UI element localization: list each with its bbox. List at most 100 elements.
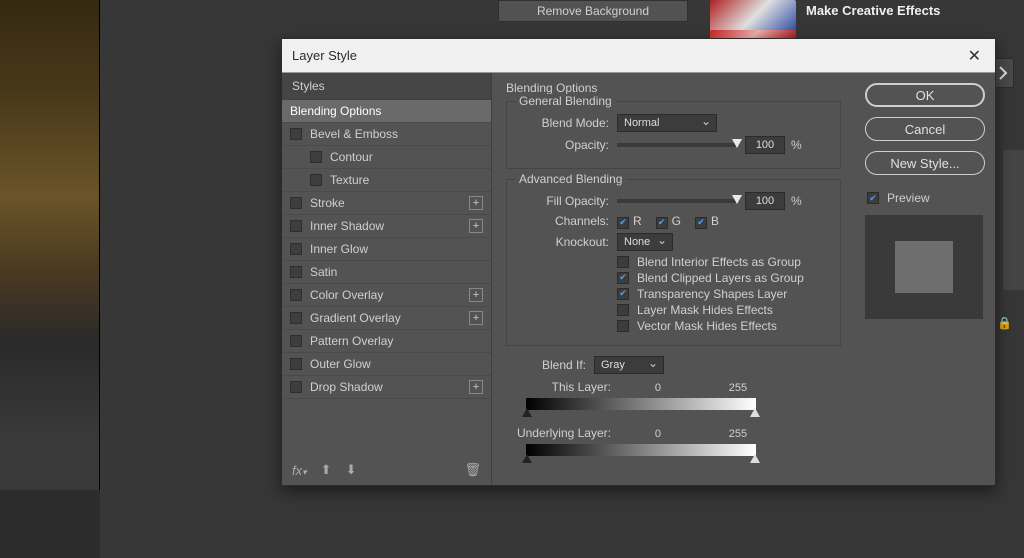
style-checkbox[interactable]	[290, 197, 302, 209]
this-layer-lo: 0	[655, 382, 661, 394]
preview-swatch	[865, 215, 983, 319]
style-item-outer-glow[interactable]: Outer Glow	[282, 353, 491, 376]
style-checkbox[interactable]	[290, 312, 302, 324]
layer-style-dialog: Layer Style ✕ Styles Blending OptionsBev…	[281, 38, 996, 486]
this-layer-gradient[interactable]	[526, 398, 756, 410]
adv-flag-checkbox[interactable]	[617, 304, 629, 316]
document-canvas	[0, 0, 100, 490]
style-item-inner-glow[interactable]: Inner Glow	[282, 238, 491, 261]
style-item-label: Texture	[330, 173, 483, 187]
style-item-label: Pattern Overlay	[310, 334, 483, 348]
cancel-button[interactable]: Cancel	[865, 117, 985, 141]
add-effect-icon[interactable]: +	[469, 219, 483, 233]
style-item-inner-shadow[interactable]: Inner Shadow+	[282, 215, 491, 238]
style-item-contour[interactable]: Contour	[282, 146, 491, 169]
underlying-layer-label: Underlying Layer:	[506, 426, 621, 440]
adv-flag-label: Transparency Shapes Layer	[637, 287, 787, 301]
add-effect-icon[interactable]: +	[469, 311, 483, 325]
style-checkbox[interactable]	[310, 174, 322, 186]
adv-flag-row: Layer Mask Hides Effects	[617, 303, 830, 317]
add-effect-icon[interactable]: +	[469, 196, 483, 210]
under-layer-lo: 0	[655, 428, 661, 440]
blendif-select[interactable]: Gray	[594, 356, 664, 374]
style-item-label: Blending Options	[290, 104, 483, 118]
under-layer-hi: 255	[729, 428, 747, 440]
blending-options-panel: Blending Options General Blending Blend …	[492, 73, 855, 485]
arrow-down-icon[interactable]: ⬇	[346, 462, 357, 478]
adv-flag-checkbox[interactable]	[617, 256, 629, 268]
general-blending-legend: General Blending	[515, 94, 616, 108]
trash-icon[interactable]: 🗑	[464, 462, 481, 478]
style-checkbox[interactable]	[290, 289, 302, 301]
new-style-button[interactable]: New Style...	[865, 151, 985, 175]
styles-list-panel: Styles Blending OptionsBevel & EmbossCon…	[282, 73, 492, 485]
style-item-label: Stroke	[310, 196, 469, 210]
channel-g-checkbox[interactable]	[656, 217, 668, 229]
advanced-blending-legend: Advanced Blending	[515, 172, 626, 186]
preview-checkbox[interactable]	[867, 192, 879, 204]
arrow-up-icon[interactable]: ⬆	[321, 462, 332, 478]
fill-opacity-input[interactable]: 100	[745, 192, 785, 210]
adv-flag-label: Blend Clipped Layers as Group	[637, 271, 804, 285]
fx-icon[interactable]: fx▾	[292, 463, 307, 478]
this-layer-markers[interactable]	[526, 410, 756, 420]
close-icon[interactable]: ✕	[964, 46, 985, 66]
style-item-texture[interactable]: Texture	[282, 169, 491, 192]
style-item-gradient-overlay[interactable]: Gradient Overlay+	[282, 307, 491, 330]
adv-flag-checkbox[interactable]	[617, 320, 629, 332]
style-item-color-overlay[interactable]: Color Overlay+	[282, 284, 491, 307]
style-checkbox[interactable]	[290, 335, 302, 347]
style-item-label: Drop Shadow	[310, 380, 469, 394]
adv-flag-row: Blend Clipped Layers as Group	[617, 271, 830, 285]
blend-mode-label: Blend Mode:	[517, 116, 609, 130]
opacity-label: Opacity:	[517, 138, 609, 152]
style-item-stroke[interactable]: Stroke+	[282, 192, 491, 215]
style-item-label: Satin	[310, 265, 483, 279]
style-checkbox[interactable]	[290, 358, 302, 370]
style-item-label: Color Overlay	[310, 288, 469, 302]
style-checkbox[interactable]	[290, 381, 302, 393]
adv-flag-label: Blend Interior Effects as Group	[637, 255, 801, 269]
adv-flag-label: Layer Mask Hides Effects	[637, 303, 773, 317]
style-item-pattern-overlay[interactable]: Pattern Overlay	[282, 330, 491, 353]
adv-flag-row: Blend Interior Effects as Group	[617, 255, 830, 269]
style-checkbox[interactable]	[310, 151, 322, 163]
opacity-input[interactable]: 100	[745, 136, 785, 154]
dialog-titlebar[interactable]: Layer Style ✕	[282, 39, 995, 73]
knockout-select[interactable]: None	[617, 233, 673, 251]
add-effect-icon[interactable]: +	[469, 288, 483, 302]
channel-r-checkbox[interactable]	[617, 217, 629, 229]
lock-icon: 🔒	[997, 316, 1012, 330]
dialog-actions: OK Cancel New Style... Preview	[855, 73, 995, 485]
right-panel-strip	[1002, 150, 1024, 290]
style-item-label: Inner Shadow	[310, 219, 469, 233]
ok-button[interactable]: OK	[865, 83, 985, 107]
channel-b-checkbox[interactable]	[695, 217, 707, 229]
fill-opacity-slider[interactable]	[617, 199, 737, 203]
style-checkbox[interactable]	[290, 243, 302, 255]
underlying-layer-markers[interactable]	[526, 456, 756, 466]
style-item-drop-shadow[interactable]: Drop Shadow+	[282, 376, 491, 399]
style-checkbox[interactable]	[290, 266, 302, 278]
opacity-slider[interactable]	[617, 143, 737, 147]
styles-footer: fx▾ ⬆ ⬇ 🗑	[282, 455, 491, 485]
blend-mode-select[interactable]: Normal	[617, 114, 717, 132]
adv-flag-row: Transparency Shapes Layer	[617, 287, 830, 301]
underlying-layer-gradient[interactable]	[526, 444, 756, 456]
adv-flag-checkbox[interactable]	[617, 288, 629, 300]
knockout-label: Knockout:	[517, 235, 609, 249]
style-item-blending-options[interactable]: Blending Options	[282, 100, 491, 123]
style-item-bevel-emboss[interactable]: Bevel & Emboss	[282, 123, 491, 146]
advanced-blending-group: Advanced Blending Fill Opacity: 100 % Ch…	[506, 179, 841, 346]
remove-background-button[interactable]: Remove Background	[498, 0, 688, 22]
adv-flag-label: Vector Mask Hides Effects	[637, 319, 777, 333]
adv-flag-checkbox[interactable]	[617, 272, 629, 284]
adv-flag-row: Vector Mask Hides Effects	[617, 319, 830, 333]
add-effect-icon[interactable]: +	[469, 380, 483, 394]
style-checkbox[interactable]	[290, 128, 302, 140]
style-item-satin[interactable]: Satin	[282, 261, 491, 284]
preview-label: Preview	[887, 191, 930, 205]
style-item-label: Outer Glow	[310, 357, 483, 371]
style-item-label: Bevel & Emboss	[310, 127, 483, 141]
style-checkbox[interactable]	[290, 220, 302, 232]
